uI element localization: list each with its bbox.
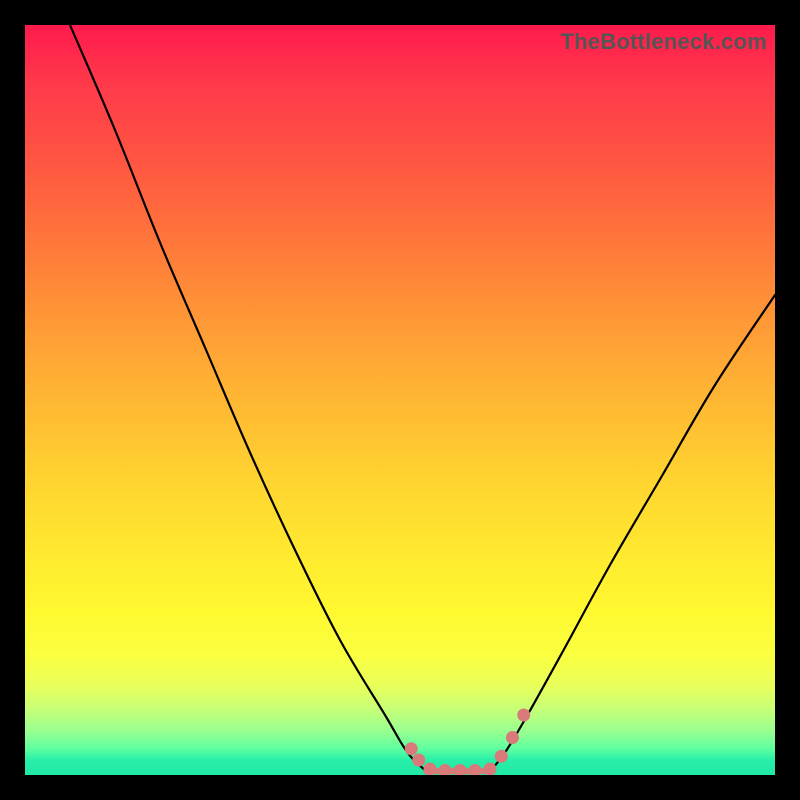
watermark-text: TheBottleneck.com	[561, 29, 767, 55]
chart-frame: TheBottleneck.com	[25, 25, 775, 775]
gradient-background	[25, 25, 775, 775]
